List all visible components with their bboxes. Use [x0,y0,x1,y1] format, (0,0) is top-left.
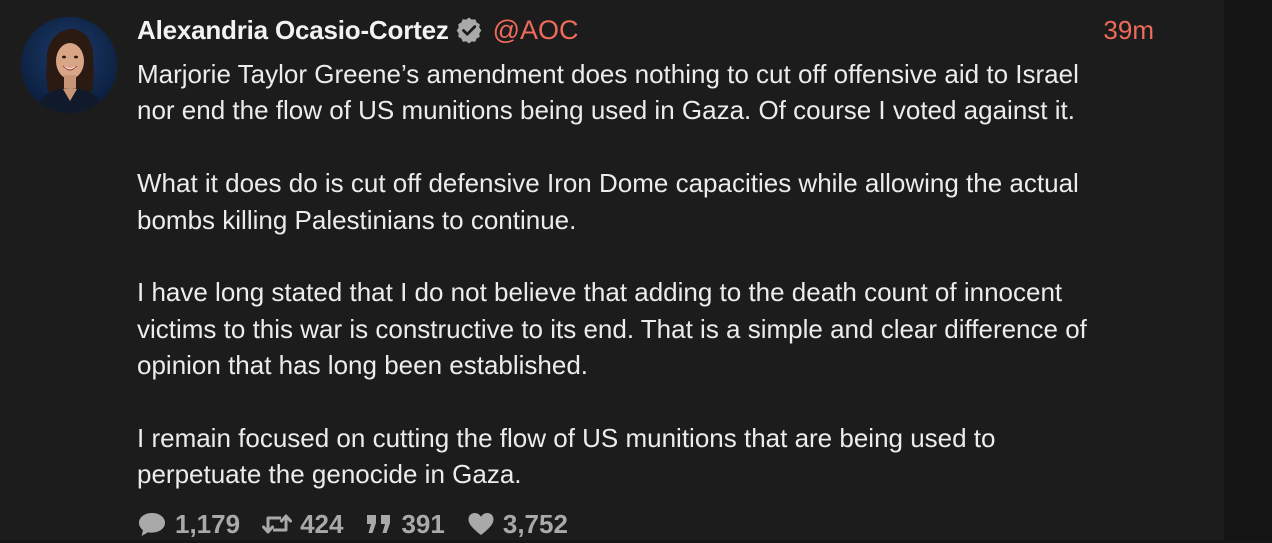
post-paragraph: I have long stated that I do not believe… [137,277,1087,381]
action-bar: 1,179 424 391 3,752 [137,505,590,543]
quote-button[interactable]: 391 [365,508,445,540]
like-count: 3,752 [502,508,568,539]
heart-icon [467,511,495,537]
repost-arrows-icon [262,511,293,537]
post-card: Alexandria Ocasio-Cortez @AOC 39m Marjor… [0,0,1224,540]
post-header: Alexandria Ocasio-Cortez @AOC [137,12,579,48]
like-button[interactable]: 3,752 [467,509,568,540]
avatar-image [21,17,117,113]
display-name[interactable]: Alexandria Ocasio-Cortez [137,15,449,46]
post-paragraph: What it does do is cut off defensive Iro… [137,168,1079,235]
handle[interactable]: @AOC [493,15,579,46]
quote-count: 391 [401,508,445,539]
post-paragraph: Marjorie Taylor Greene’s amendment does … [137,59,1079,126]
reply-count: 1,179 [175,508,241,539]
reply-button[interactable]: 1,179 [137,509,240,540]
speech-bubble-icon [137,510,167,538]
post-paragraph: I remain focused on cutting the flow of … [137,423,996,490]
side-gutter [1224,0,1272,540]
timestamp[interactable]: 39m [1103,12,1154,48]
post-body: Marjorie Taylor Greene’s amendment does … [137,56,1197,493]
verified-check-icon [455,16,483,44]
avatar[interactable] [21,17,117,113]
repost-count: 424 [300,508,344,539]
repost-button[interactable]: 424 [262,509,343,540]
quote-marks-icon [365,511,393,537]
